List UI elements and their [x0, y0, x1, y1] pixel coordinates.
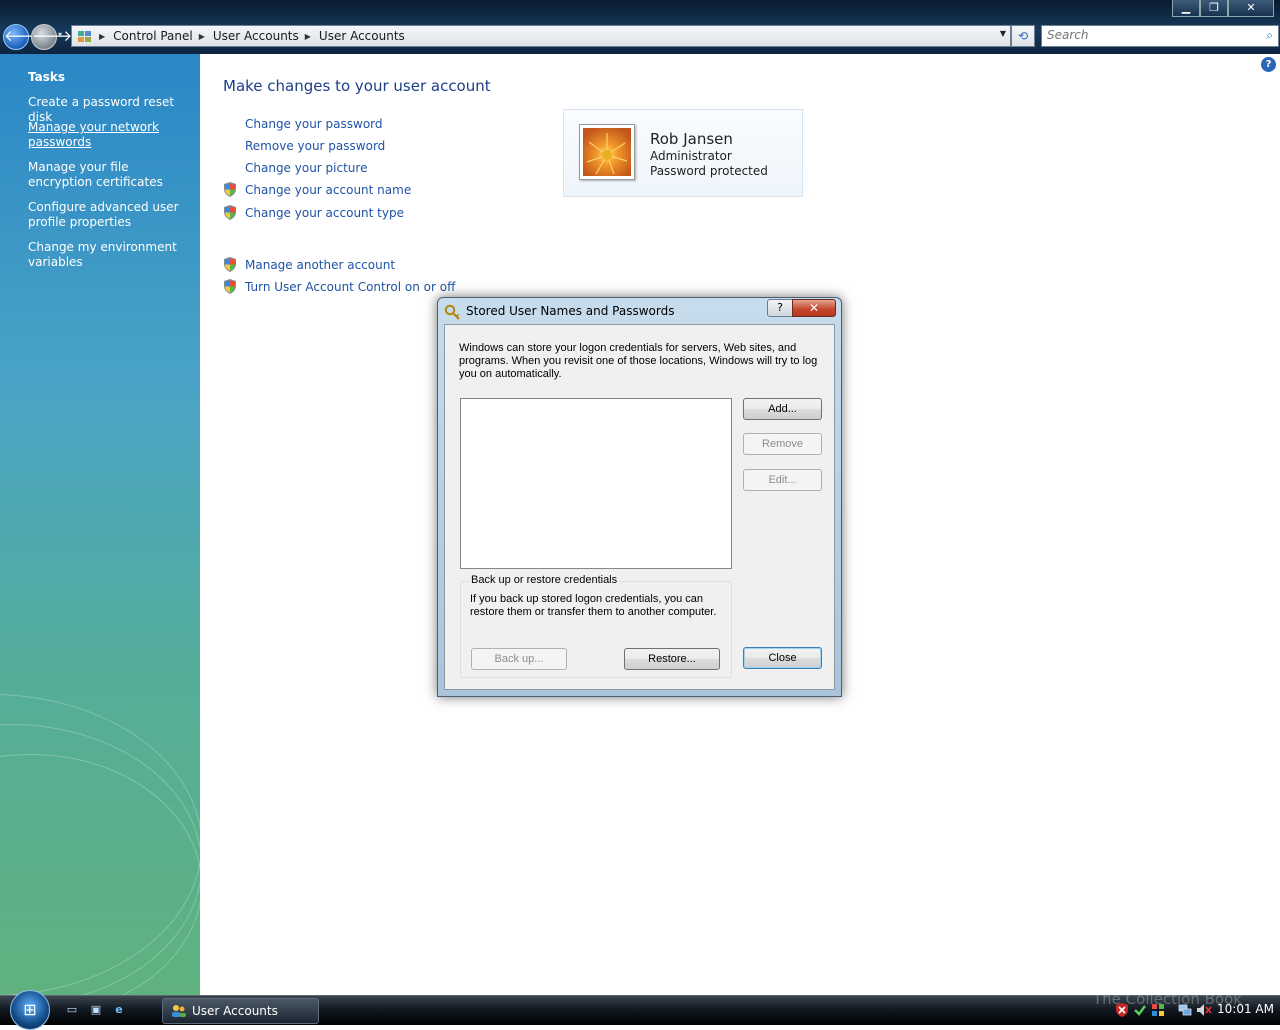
tasks-heading: Tasks	[28, 70, 66, 84]
account-picture-flower-icon	[579, 124, 635, 180]
breadcrumb-control-panel[interactable]: Control Panel	[113, 29, 193, 43]
tasks-pane: Tasks Create a password reset disk Manag…	[0, 54, 200, 995]
breadcrumb-user-accounts[interactable]: User Accounts	[213, 29, 299, 43]
backup-group-legend: Back up or restore credentials	[469, 574, 620, 586]
link-manage-another-account[interactable]: Manage another account	[245, 258, 395, 272]
control-panel-icon	[77, 29, 93, 43]
backup-button[interactable]: Back up...	[471, 648, 567, 670]
windows-update-icon[interactable]	[1151, 1003, 1165, 1021]
backup-group-description: If you back up stored logon credentials,…	[470, 593, 717, 618]
add-button[interactable]: Add...	[743, 398, 822, 420]
account-status: Password protected	[650, 164, 768, 178]
uac-shield-icon	[224, 205, 236, 220]
stored-passwords-dialog: Stored User Names and Passwords ? ✕ Wind…	[437, 297, 842, 697]
close-button[interactable]: Close	[743, 647, 822, 669]
maximize-button[interactable]: ❐	[1200, 0, 1228, 17]
dialog-body: Windows can store your logon credentials…	[444, 324, 835, 690]
taskbar: ⊞ ▭ ▣ e User Accounts The Collection Boo…	[0, 990, 1280, 1030]
remove-button[interactable]: Remove	[743, 433, 822, 455]
internet-explorer-icon[interactable]: e	[111, 1003, 127, 1017]
task-manage-file-encryption-certificates[interactable]: Manage your file encryption certificates	[28, 160, 188, 190]
account-card: Rob Jansen Administrator Password protec…	[563, 109, 803, 197]
uac-shield-icon	[224, 279, 236, 294]
refresh-button[interactable]: ⟲	[1011, 25, 1035, 47]
edit-button-label: Edit...	[768, 474, 797, 486]
system-clock[interactable]: 10:01 AM	[1217, 1002, 1274, 1016]
explorer-toolbar: ▁ ❐ ✕ 🡐 🡒 ▾ ▶ Control Panel ▶ User Accou…	[0, 0, 1280, 54]
search-box[interactable]: ⌕	[1041, 25, 1279, 47]
edit-button[interactable]: Edit...	[743, 469, 822, 491]
restore-button[interactable]: Restore...	[624, 648, 720, 670]
breadcrumb-separator-icon[interactable]: ▶	[199, 32, 205, 41]
security-alert-icon[interactable]	[1115, 1003, 1129, 1021]
uac-shield-icon	[224, 182, 236, 197]
network-icon[interactable]	[1178, 1003, 1192, 1021]
show-desktop-icon[interactable]: ▭	[64, 1003, 80, 1017]
window-controls: ▁ ❐ ✕	[1172, 0, 1274, 17]
switch-windows-icon[interactable]: ▣	[88, 1003, 104, 1017]
dialog-close-x-button[interactable]: ✕	[792, 299, 836, 317]
forward-arrow-icon: 🡒	[32, 27, 73, 45]
forward-button[interactable]: 🡒	[31, 24, 72, 50]
taskbar-button-label: User Accounts	[192, 1004, 278, 1018]
breadcrumb-user-accounts-current[interactable]: User Accounts	[319, 29, 405, 43]
minimize-button[interactable]: ▁	[1172, 0, 1200, 17]
close-button-label: Close	[768, 652, 797, 664]
back-button[interactable]: 🡐	[3, 24, 44, 50]
link-change-password[interactable]: Change your password	[245, 117, 383, 131]
task-configure-advanced-profile-properties[interactable]: Configure advanced user profile properti…	[28, 200, 188, 230]
page-title: Make changes to your user account	[223, 77, 491, 95]
account-role: Administrator	[650, 149, 732, 163]
checkmark-icon[interactable]	[1133, 1003, 1147, 1021]
uac-shield-icon	[224, 257, 236, 272]
user-accounts-icon	[171, 1004, 187, 1021]
recent-pages-dropdown[interactable]: ▾	[58, 30, 62, 39]
remove-button-label: Remove	[762, 438, 803, 450]
link-change-picture[interactable]: Change your picture	[245, 161, 367, 175]
add-button-label: Add...	[768, 403, 797, 415]
start-button[interactable]: ⊞	[10, 990, 50, 1030]
backup-button-label: Back up...	[494, 653, 544, 665]
close-window-button[interactable]: ✕	[1228, 0, 1274, 17]
breadcrumb-separator-icon[interactable]: ▶	[305, 32, 311, 41]
address-bar[interactable]: ▶ Control Panel ▶ User Accounts ▶ User A…	[71, 25, 1011, 47]
key-icon	[444, 304, 460, 324]
volume-muted-icon[interactable]	[1196, 1003, 1212, 1021]
taskbar-button-user-accounts[interactable]: User Accounts	[162, 998, 319, 1024]
refresh-icon: ⟲	[1017, 29, 1029, 43]
task-manage-network-passwords[interactable]: Manage your network passwords	[28, 120, 188, 150]
link-change-account-type[interactable]: Change your account type	[245, 206, 404, 220]
backup-restore-group: Back up or restore credentials If you ba…	[460, 574, 732, 678]
dialog-description: Windows can store your logon credentials…	[459, 342, 818, 380]
link-turn-uac-on-off[interactable]: Turn User Account Control on or off	[245, 280, 455, 294]
windows-logo-icon: ⊞	[23, 1000, 37, 1019]
link-change-account-name[interactable]: Change your account name	[245, 183, 411, 197]
search-icon[interactable]: ⌕	[1266, 28, 1273, 43]
credentials-list[interactable]	[460, 398, 732, 569]
address-dropdown-icon[interactable]: ▼	[1000, 29, 1006, 38]
restore-button-label: Restore...	[648, 653, 696, 665]
link-remove-password[interactable]: Remove your password	[245, 139, 385, 153]
dialog-help-button[interactable]: ?	[767, 299, 793, 317]
account-name: Rob Jansen	[650, 130, 733, 148]
help-icon[interactable]: ?	[1261, 57, 1276, 72]
search-input[interactable]	[1042, 26, 1247, 44]
breadcrumb-separator-icon[interactable]: ▶	[99, 32, 105, 41]
task-change-environment-variables[interactable]: Change my environment variables	[28, 240, 188, 270]
dialog-title: Stored User Names and Passwords	[466, 304, 675, 318]
